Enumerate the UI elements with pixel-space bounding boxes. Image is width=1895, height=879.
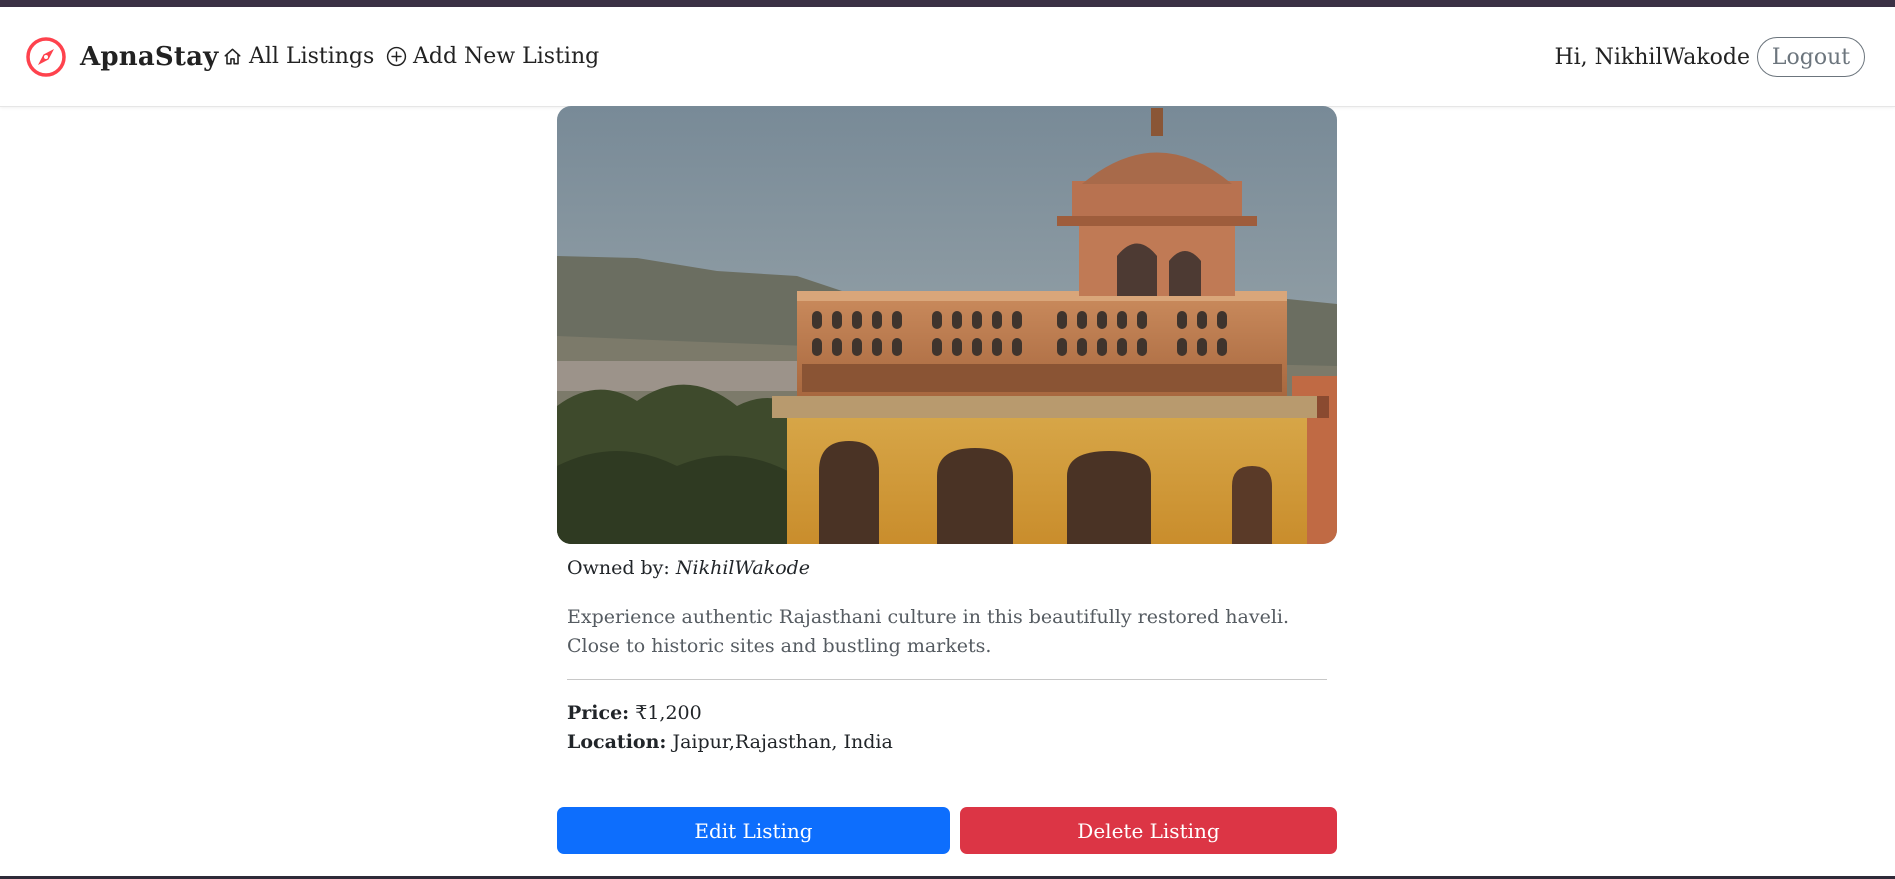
- brand-name: ApnaStay: [80, 42, 219, 72]
- brand-link[interactable]: ApnaStay: [25, 36, 218, 78]
- nav-add-listing[interactable]: Add New Listing: [386, 44, 599, 69]
- owner-label: Owned by:: [567, 557, 670, 579]
- location-label: Location:: [567, 731, 667, 753]
- nav-all-listings-label: All Listings: [249, 44, 375, 69]
- home-icon: [224, 48, 241, 65]
- logout-button[interactable]: Logout: [1757, 37, 1865, 77]
- nav-add-listing-label: Add New Listing: [413, 44, 600, 69]
- compass-icon: [26, 37, 66, 77]
- delete-listing-button[interactable]: Delete Listing: [960, 807, 1337, 854]
- plus-circle-icon: [386, 46, 407, 67]
- location-line: Location: Jaipur,Rajasthan, India: [567, 731, 893, 753]
- user-greeting: Hi, NikhilWakode: [1554, 45, 1750, 70]
- price-value: ₹1,200: [635, 702, 702, 724]
- window-top-bar: [0, 0, 1895, 7]
- listing-image: [557, 106, 1337, 544]
- price-label: Price:: [567, 702, 630, 724]
- location-value: Jaipur,Rajasthan, India: [672, 731, 893, 753]
- edit-listing-button[interactable]: Edit Listing: [557, 807, 950, 854]
- divider: [567, 679, 1327, 680]
- price-line: Price: ₹1,200: [567, 702, 702, 724]
- nav-all-listings[interactable]: All Listings: [222, 44, 374, 69]
- listing-description: Experience authentic Rajasthani culture …: [567, 606, 1290, 657]
- owner-line: Owned by: NikhilWakode: [567, 557, 810, 579]
- owner-name: NikhilWakode: [675, 557, 811, 579]
- navbar: ApnaStay All Listings Add New Listing Hi…: [0, 7, 1895, 107]
